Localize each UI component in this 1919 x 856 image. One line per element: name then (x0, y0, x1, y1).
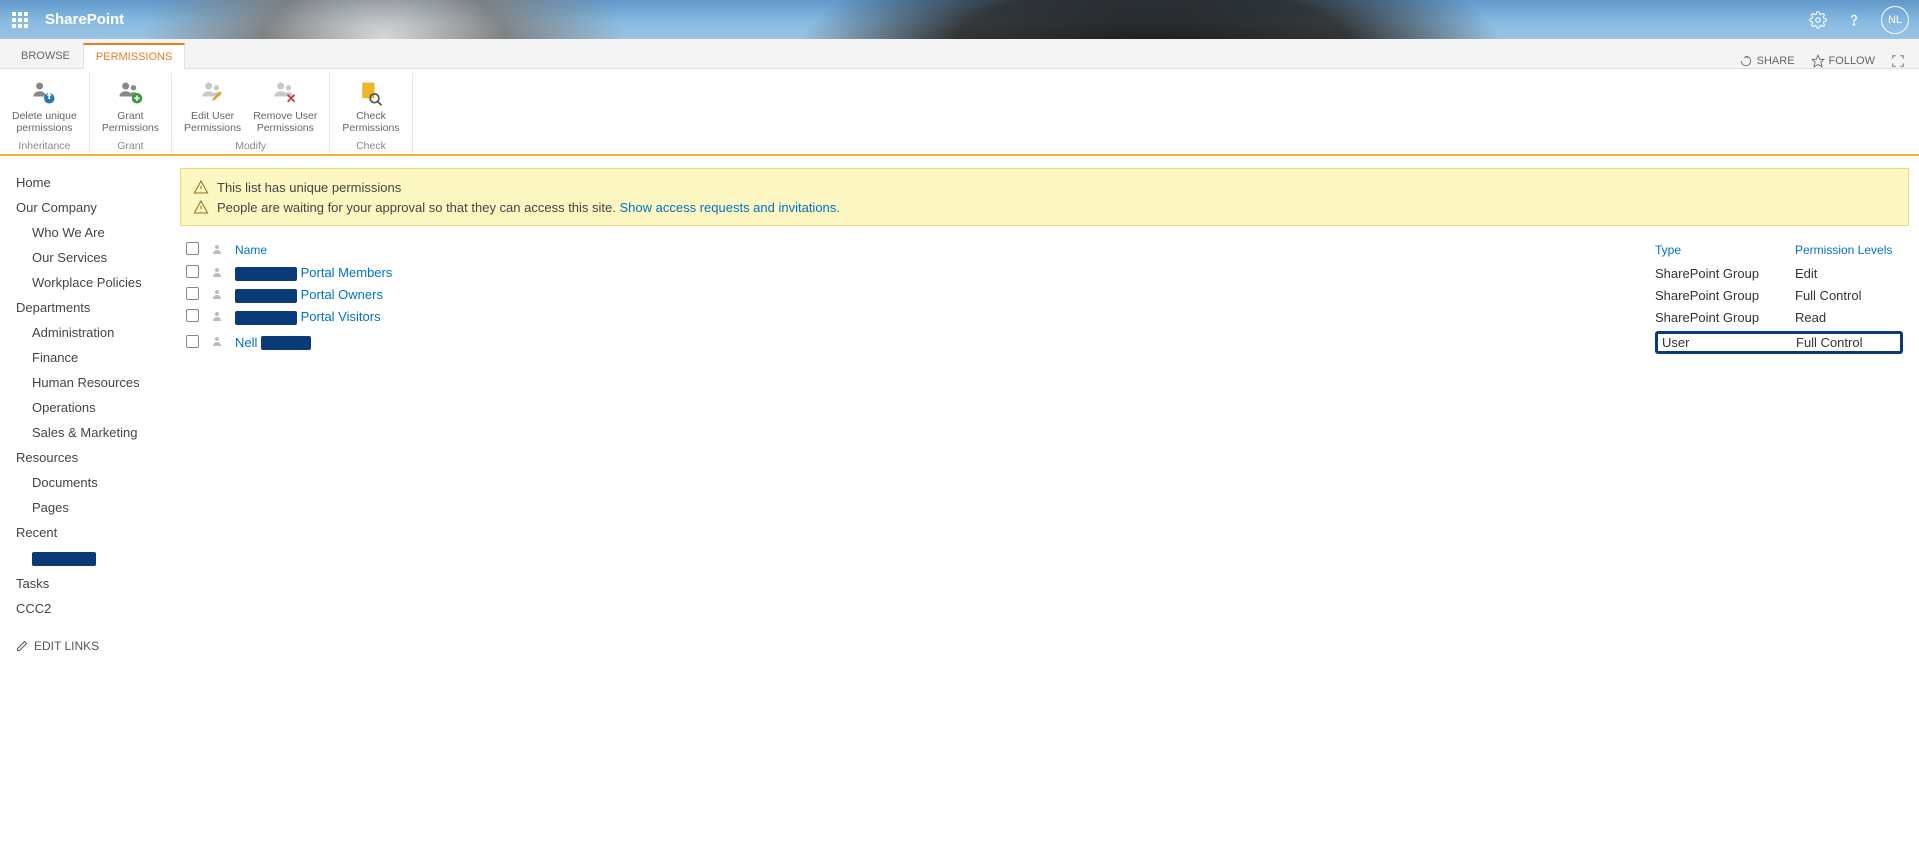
share-icon (1739, 54, 1753, 68)
ribbon: Delete uniquepermissions Inheritance Gra… (0, 69, 1919, 156)
user-icon (211, 310, 223, 322)
notif-unique-text: This list has unique permissions (217, 180, 401, 195)
nav-finance[interactable]: Finance (16, 345, 172, 370)
ribbon-group-label: Grant (96, 140, 165, 152)
level-header[interactable]: Permission Levels (1789, 238, 1909, 262)
pencil-icon (16, 640, 28, 652)
level-cell: Read (1789, 306, 1909, 328)
delete-unique-permissions-button[interactable]: Delete uniquepermissions (6, 75, 83, 136)
user-icon (211, 288, 223, 300)
grant-icon (116, 79, 144, 107)
warning-icon (193, 179, 209, 195)
warning-icon (193, 199, 209, 215)
follow-button[interactable]: FOLLOW (1811, 54, 1875, 68)
share-button[interactable]: SHARE (1739, 54, 1795, 68)
main-content: This list has unique permissions People … (180, 156, 1919, 667)
help-icon (1845, 11, 1863, 29)
principal-link[interactable]: Portal Owners (235, 287, 383, 302)
notification-box: This list has unique permissions People … (180, 168, 1909, 226)
select-all-checkbox[interactable] (186, 242, 199, 255)
table-row: Portal Visitors SharePoint GroupRead (180, 306, 1909, 328)
nav-home[interactable]: Home (16, 170, 172, 195)
edit-user-permissions-button[interactable]: Edit UserPermissions (178, 75, 247, 136)
waffle-icon (12, 12, 28, 28)
star-icon (1811, 54, 1825, 68)
type-header[interactable]: Type (1649, 238, 1789, 262)
access-requests-link[interactable]: Show access requests and invitations. (620, 200, 840, 215)
ribbon-tabs: BROWSE PERMISSIONS SHARE FOLLOW (0, 39, 1919, 69)
user-avatar[interactable]: NL (1881, 6, 1909, 34)
principal-link[interactable]: Nell (235, 335, 311, 350)
ribbon-group-check: CheckPermissions Check (330, 73, 412, 154)
nav-sales-marketing[interactable]: Sales & Marketing (16, 420, 172, 445)
nav-recent[interactable]: Recent (16, 520, 172, 545)
table-row: Nell UserFull Control (180, 328, 1909, 357)
nav-departments[interactable]: Departments (16, 295, 172, 320)
settings-button[interactable] (1809, 11, 1827, 29)
type-cell: User (1662, 335, 1796, 350)
principal-link[interactable]: Portal Visitors (235, 309, 381, 324)
help-button[interactable] (1845, 11, 1863, 29)
check-icon (357, 79, 385, 107)
table-row: Portal Members SharePoint GroupEdit (180, 262, 1909, 284)
nav-ccc2[interactable]: CCC2 (16, 596, 172, 621)
row-checkbox[interactable] (186, 265, 199, 278)
edit-user-icon (199, 79, 227, 107)
row-checkbox[interactable] (186, 309, 199, 322)
permissions-table: Name Type Permission Levels Portal Membe… (180, 238, 1909, 357)
ribbon-group-modify: Edit UserPermissions Remove UserPermissi… (172, 73, 330, 154)
nav-operations[interactable]: Operations (16, 395, 172, 420)
row-checkbox[interactable] (186, 335, 199, 348)
user-icon (211, 335, 223, 347)
nav-our-services[interactable]: Our Services (16, 245, 172, 270)
ribbon-group-inheritance: Delete uniquepermissions Inheritance (0, 73, 90, 154)
table-row: Portal Owners SharePoint GroupFull Contro… (180, 284, 1909, 306)
app-launcher-button[interactable] (0, 0, 39, 39)
level-cell: Edit (1789, 262, 1909, 284)
check-permissions-button[interactable]: CheckPermissions (336, 75, 405, 136)
focus-button[interactable] (1891, 54, 1905, 68)
ribbon-group-label: Check (336, 140, 405, 152)
nav-our-company[interactable]: Our Company (16, 195, 172, 220)
remove-user-permissions-button[interactable]: Remove UserPermissions (247, 75, 323, 136)
type-cell: SharePoint Group (1649, 306, 1789, 328)
name-header[interactable]: Name (229, 238, 1649, 262)
ribbon-group-grant: GrantPermissions Grant (90, 73, 172, 154)
row-checkbox[interactable] (186, 287, 199, 300)
edit-links-button[interactable]: EDIT LINKS (16, 639, 172, 653)
notif-approval-text: People are waiting for your approval so … (217, 200, 840, 215)
nav-recent-redacted[interactable] (16, 545, 172, 571)
nav-workplace-policies[interactable]: Workplace Policies (16, 270, 172, 295)
nav-documents[interactable]: Documents (16, 470, 172, 495)
suite-bar: SharePoint NL (0, 0, 1919, 39)
nav-resources[interactable]: Resources (16, 445, 172, 470)
level-cell: Full Control (1789, 284, 1909, 306)
nav-human-resources[interactable]: Human Resources (16, 370, 172, 395)
left-nav: Home Our Company Who We Are Our Services… (0, 156, 180, 667)
ribbon-group-label: Modify (178, 140, 323, 152)
delete-unique-icon (30, 79, 58, 107)
grant-permissions-button[interactable]: GrantPermissions (96, 75, 165, 136)
brand-label[interactable]: SharePoint (45, 11, 124, 28)
focus-icon (1891, 54, 1905, 68)
tab-permissions[interactable]: PERMISSIONS (83, 43, 185, 69)
level-cell: Full Control (1796, 335, 1862, 350)
principal-link[interactable]: Portal Members (235, 265, 392, 280)
nav-who-we-are[interactable]: Who We Are (16, 220, 172, 245)
user-header-icon (211, 243, 223, 255)
user-initials: NL (1888, 14, 1902, 26)
tab-browse[interactable]: BROWSE (8, 43, 83, 68)
ribbon-group-label: Inheritance (6, 140, 83, 152)
nav-tasks[interactable]: Tasks (16, 571, 172, 596)
type-cell: SharePoint Group (1649, 284, 1789, 306)
remove-user-icon (271, 79, 299, 107)
type-cell: SharePoint Group (1649, 262, 1789, 284)
nav-administration[interactable]: Administration (16, 320, 172, 345)
nav-pages[interactable]: Pages (16, 495, 172, 520)
gear-icon (1809, 11, 1827, 29)
user-icon (211, 266, 223, 278)
